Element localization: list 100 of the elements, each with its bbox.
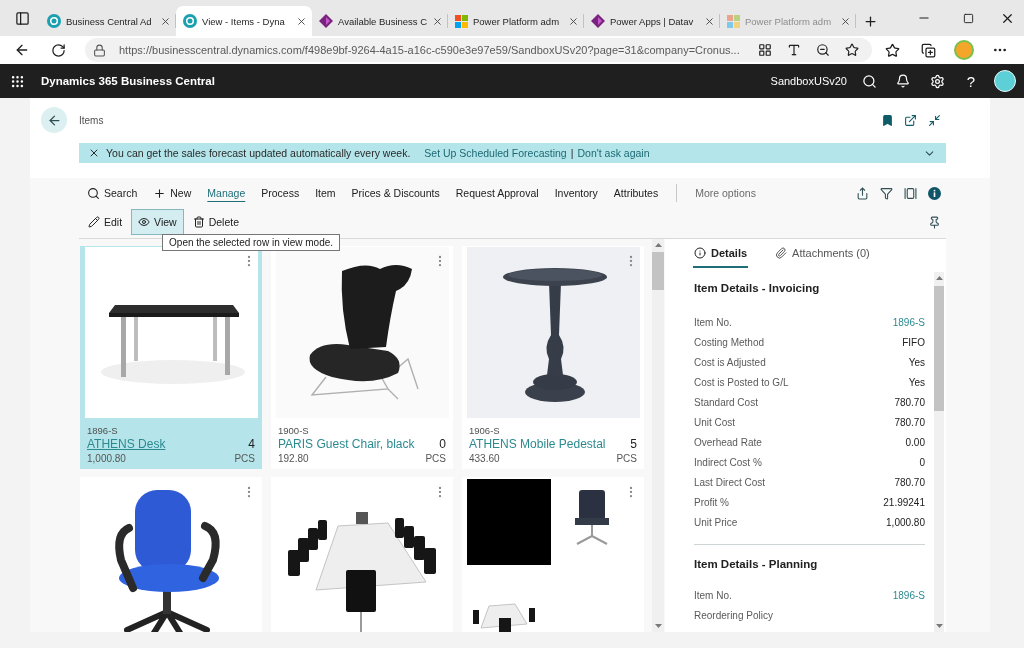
section-heading: Item Details - Planning xyxy=(694,557,819,572)
menu-tab[interactable]: Inventory xyxy=(554,182,598,204)
trash-icon xyxy=(192,216,205,228)
bookmark-icon[interactable] xyxy=(881,113,894,127)
circle-logo-icon xyxy=(183,14,197,28)
scrollbar[interactable] xyxy=(652,239,664,632)
field-value: Yes xyxy=(908,356,925,368)
collapse-icon[interactable] xyxy=(927,113,941,127)
menu-tab[interactable]: Process xyxy=(261,182,300,204)
plus-icon[interactable] xyxy=(862,13,878,29)
field-value: 780.70 xyxy=(894,416,925,428)
tooltip: Open the selected row in view mode. xyxy=(162,234,341,251)
more-options-button[interactable]: More options xyxy=(695,182,756,204)
field-value: FIFO xyxy=(902,336,925,348)
filter-icon[interactable] xyxy=(879,186,893,200)
field-value: Yes xyxy=(908,376,925,388)
view-button[interactable]: View xyxy=(131,209,184,235)
item-unit: PCS xyxy=(425,452,446,465)
menu-tab[interactable]: Attributes xyxy=(613,182,659,204)
factbox-tab[interactable]: Details xyxy=(693,239,749,268)
close-icon[interactable] xyxy=(432,15,444,27)
menu-tab[interactable]: Request Approval xyxy=(455,182,539,204)
item-unit: PCS xyxy=(234,452,255,465)
field-value: 0 xyxy=(919,456,925,468)
star-icon[interactable] xyxy=(884,42,900,58)
menu-tab[interactable]: Manage xyxy=(207,182,246,204)
search-icon[interactable] xyxy=(861,73,877,89)
close-icon[interactable] xyxy=(88,147,100,159)
grid-icon[interactable] xyxy=(758,43,772,57)
field-label: Costing Method xyxy=(694,336,765,348)
zoom-out-icon[interactable] xyxy=(816,43,830,57)
item-quantity: 5 xyxy=(630,437,637,452)
notification-link[interactable]: Set Up Scheduled Forecasting xyxy=(424,147,567,159)
text-icon[interactable] xyxy=(787,43,801,57)
browser-tab[interactable]: Power Platform adm xyxy=(448,6,584,36)
scrollbar-thumb[interactable] xyxy=(652,252,664,290)
item-price: 433.60 xyxy=(469,452,500,465)
diamond-logo-icon xyxy=(319,14,333,28)
close-icon[interactable] xyxy=(296,15,307,27)
copy-plus-icon[interactable] xyxy=(920,42,936,58)
field-link[interactable]: 1896-S xyxy=(892,589,925,601)
browser-tab[interactable]: Business Central Ad xyxy=(40,6,176,36)
close-icon[interactable] xyxy=(704,15,715,27)
caret-up-icon[interactable] xyxy=(935,276,943,280)
external-link-icon[interactable] xyxy=(904,113,917,127)
grid-dots-icon[interactable] xyxy=(9,73,25,89)
new-button[interactable]: New xyxy=(153,182,192,204)
item-card[interactable]: 1906-S ATHENS Mobile Pedestal 5 433.60 PCS xyxy=(462,246,644,469)
field-label: Cost is Adjusted xyxy=(694,356,766,368)
field-link[interactable]: 1896-S xyxy=(892,316,925,328)
info-icon[interactable] xyxy=(927,186,941,200)
field-label: Cost is Posted to G/L xyxy=(694,376,789,388)
circle-logo-icon xyxy=(47,14,61,28)
item-price: 1,000.80 xyxy=(87,452,126,465)
search-button[interactable]: Search xyxy=(87,182,138,204)
menu-tab[interactable]: Item xyxy=(315,182,336,204)
close-icon[interactable] xyxy=(568,15,579,27)
menu-tab[interactable]: Prices & Discounts xyxy=(351,182,440,204)
caret-down-icon[interactable] xyxy=(935,624,943,628)
help-button[interactable]: ? xyxy=(966,72,976,90)
back-button[interactable] xyxy=(41,107,67,133)
caret-down-icon[interactable] xyxy=(654,624,662,628)
search-icon xyxy=(87,186,100,200)
pin-icon[interactable] xyxy=(927,215,941,229)
page-title: Items xyxy=(79,114,104,126)
settings-icon[interactable] xyxy=(929,73,945,89)
panel-icon[interactable] xyxy=(903,186,917,200)
item-name-link[interactable]: ATHENS Mobile Pedestal xyxy=(469,437,606,452)
item-number: 1906-S xyxy=(469,425,501,437)
browser-tab[interactable]: Power Apps | Datav xyxy=(584,6,720,36)
scrollbar[interactable] xyxy=(934,272,944,632)
edit-button[interactable]: Edit xyxy=(81,209,130,235)
browser-tab[interactable]: Available Business C xyxy=(312,6,448,36)
item-name-link[interactable]: PARIS Guest Chair, black xyxy=(278,437,415,452)
star-icon[interactable] xyxy=(845,43,859,57)
address-field[interactable]: https://businesscentral.dynamics.com/f498e9bf-9264-4a15-a16c-c590e3e97e59/SandboxUSv20?page=31&company=Cronus... xyxy=(85,38,872,62)
caret-up-icon[interactable] xyxy=(654,243,662,247)
environment-name: SandboxUSv20 xyxy=(770,75,847,87)
paperclip-icon xyxy=(775,246,788,259)
field-value: 0.00 xyxy=(905,436,925,448)
browser-tab[interactable]: View - Items - Dyna xyxy=(176,6,312,36)
diamond-logo-icon xyxy=(591,14,605,28)
item-number: 1896-S xyxy=(87,425,119,437)
close-icon[interactable] xyxy=(160,15,171,27)
bell-icon[interactable] xyxy=(896,74,910,88)
close-icon[interactable] xyxy=(840,15,851,27)
notification-link[interactable]: Don't ask again xyxy=(577,147,650,159)
factbox-tab[interactable]: Attachments (0) xyxy=(774,239,871,268)
scrollbar-thumb[interactable] xyxy=(934,286,944,411)
maximize-icon[interactable] xyxy=(962,12,974,24)
delete-button[interactable]: Delete xyxy=(185,209,247,235)
item-unit: PCS xyxy=(616,452,637,465)
field-label: Item No. xyxy=(694,589,732,601)
lock-icon[interactable] xyxy=(93,43,106,57)
share-icon[interactable] xyxy=(855,186,869,200)
plus-icon xyxy=(153,186,167,200)
panel-icon[interactable] xyxy=(14,10,30,26)
item-card[interactable]: 1900-S PARIS Guest Chair, black 0 192.80 PCS xyxy=(271,246,453,469)
field-label: Profit % xyxy=(694,496,729,508)
refresh-icon[interactable] xyxy=(50,42,66,58)
